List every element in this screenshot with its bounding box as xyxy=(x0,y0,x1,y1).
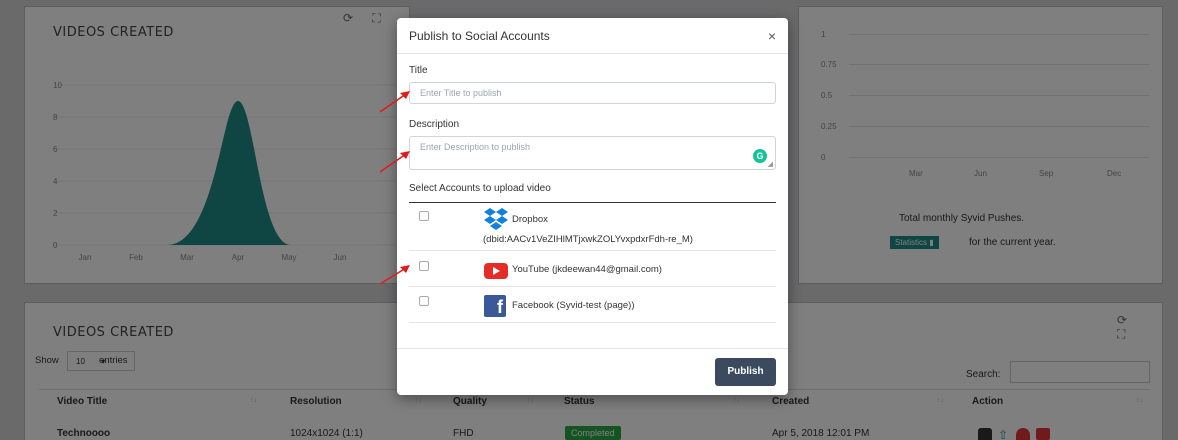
dropbox-account-id: (dbid:AACv1VeZIHlMTjxwkZOLYvxpdxrFdh-re_… xyxy=(483,234,693,245)
dropbox-checkbox[interactable] xyxy=(419,211,429,221)
description-textarea[interactable]: Enter Description to publish G ◢ xyxy=(409,136,776,170)
facebook-account-name: Facebook (Syvid-test (page)) xyxy=(512,300,635,311)
youtube-account-name: YouTube (jkdeewan44@gmail.com) xyxy=(512,264,662,275)
annotation-arrow-icon xyxy=(379,265,410,285)
dropbox-account-name: Dropbox xyxy=(512,214,548,225)
grammarly-icon[interactable]: G xyxy=(753,149,767,163)
youtube-icon xyxy=(484,263,508,279)
close-icon[interactable]: × xyxy=(768,28,776,44)
description-placeholder: Enter Description to publish xyxy=(420,142,531,152)
annotation-arrow-icon xyxy=(379,151,410,173)
publish-button[interactable]: Publish xyxy=(715,358,776,386)
title-input[interactable]: Enter Title to publish xyxy=(409,82,776,104)
title-label: Title xyxy=(409,65,428,76)
accounts-label: Select Accounts to upload video xyxy=(409,183,551,194)
description-label: Description xyxy=(409,119,460,130)
modal-footer-divider xyxy=(397,348,788,349)
dropbox-icon xyxy=(484,208,508,230)
annotation-arrow-icon xyxy=(379,91,410,113)
facebook-icon: f xyxy=(484,295,506,317)
modal-title: Publish to Social Accounts xyxy=(409,29,550,43)
modal-header: Publish to Social Accounts × xyxy=(397,18,788,54)
facebook-checkbox[interactable] xyxy=(419,296,429,306)
resize-handle-icon[interactable]: ◢ xyxy=(768,160,773,168)
publish-modal: Publish to Social Accounts × Title Enter… xyxy=(397,18,788,395)
youtube-checkbox[interactable] xyxy=(419,261,429,271)
